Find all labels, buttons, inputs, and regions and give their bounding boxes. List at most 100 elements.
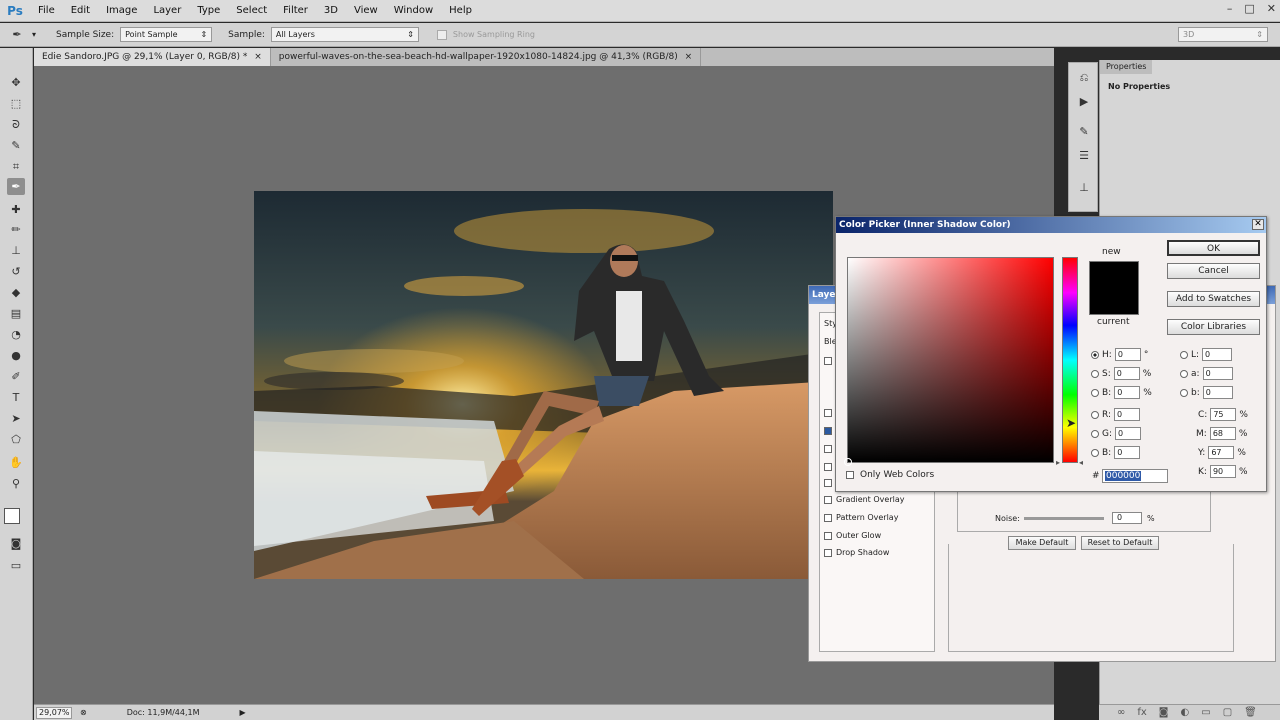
red-radio[interactable] — [1091, 410, 1099, 419]
hex-input[interactable]: 000000 — [1102, 469, 1168, 483]
eyedropper-icon[interactable]: ✒ — [7, 178, 25, 195]
minimize-icon[interactable]: – — [1227, 2, 1233, 15]
spot-heal-icon[interactable]: ✚ — [7, 201, 25, 218]
eyedropper-tool-icon[interactable]: ✒ — [8, 26, 26, 43]
stamp-icon[interactable]: ⊥ — [7, 242, 25, 259]
brush-panel-icon[interactable]: ✎ — [1076, 125, 1092, 139]
hue-radio[interactable] — [1091, 350, 1099, 359]
clone-source-panel-icon[interactable]: ⊥ — [1076, 181, 1092, 195]
green-radio[interactable] — [1091, 429, 1099, 438]
style-checkbox[interactable] — [824, 479, 832, 487]
adjustments-panel-icon[interactable]: ☰ — [1076, 149, 1092, 163]
menu-image[interactable]: Image — [98, 0, 145, 22]
noise-input[interactable]: 0 — [1112, 512, 1142, 524]
menu-3d[interactable]: 3D — [316, 0, 346, 22]
quick-mask-icon[interactable]: ◙ — [7, 535, 25, 552]
tab-close-icon[interactable]: × — [254, 52, 262, 62]
hue-input[interactable]: 0 — [1114, 348, 1141, 361]
adjustment-layer-icon[interactable]: ◐ — [1181, 707, 1190, 718]
only-web-colors-row[interactable]: Only Web Colors — [846, 470, 934, 480]
brightness-radio[interactable] — [1091, 388, 1099, 397]
menu-view[interactable]: View — [346, 0, 386, 22]
link-icon[interactable]: ∞ — [1117, 707, 1125, 718]
saturation-input[interactable]: 0 — [1113, 367, 1140, 380]
brightness-input[interactable]: 0 — [1114, 386, 1141, 399]
actions-panel-icon[interactable]: ▶ — [1076, 95, 1092, 109]
style-checkbox[interactable] — [824, 357, 832, 365]
cyan-input[interactable]: 75 — [1210, 408, 1237, 421]
new-layer-icon[interactable]: ▢ — [1223, 707, 1232, 718]
lab-l-input[interactable]: 0 — [1202, 348, 1233, 361]
blur-icon[interactable]: ◔ — [7, 326, 25, 343]
lasso-icon[interactable]: ᘐ — [7, 116, 25, 133]
menu-filter[interactable]: Filter — [275, 0, 316, 22]
eraser-icon[interactable]: ◆ — [7, 284, 25, 301]
close-icon[interactable]: ✕ — [1252, 219, 1264, 230]
menu-type[interactable]: Type — [189, 0, 228, 22]
group-icon[interactable]: ▭ — [1201, 707, 1210, 718]
color-libraries-button[interactable]: Color Libraries — [1167, 319, 1260, 335]
foreground-color-swatch[interactable] — [4, 508, 20, 524]
path-select-icon[interactable]: ➤ — [7, 410, 25, 427]
zoom-icon[interactable]: ⚲ — [7, 475, 25, 492]
tab-close-icon[interactable]: × — [685, 52, 693, 62]
gradient-icon[interactable]: ▤ — [7, 305, 25, 322]
type-icon[interactable]: T — [7, 389, 25, 406]
maximize-icon[interactable]: □ — [1244, 2, 1254, 15]
zoom-field[interactable]: 29,07% — [36, 706, 72, 719]
screen-mode-icon[interactable]: ▭ — [7, 557, 25, 574]
crop-icon[interactable]: ⌗ — [7, 158, 25, 175]
lab-a-radio[interactable] — [1180, 369, 1188, 378]
lab-b-radio[interactable] — [1180, 388, 1188, 397]
menu-file[interactable]: File — [30, 0, 63, 22]
noise-slider[interactable] — [1024, 517, 1104, 520]
lab-a-input[interactable]: 0 — [1202, 367, 1233, 380]
saturation-radio[interactable] — [1091, 369, 1099, 378]
menu-layer[interactable]: Layer — [145, 0, 189, 22]
tab-edie-sandoro[interactable]: Edie Sandoro.JPG @ 29,1% (Layer 0, RGB/8… — [34, 48, 271, 66]
style-drop-shadow[interactable]: Drop Shadow — [824, 548, 889, 557]
move-icon[interactable]: ✥ — [7, 74, 25, 91]
style-checkbox[interactable] — [824, 463, 832, 471]
pen-icon[interactable]: ✐ — [7, 368, 25, 385]
hand-icon[interactable]: ✋ — [7, 454, 25, 471]
shape-icon[interactable]: ⬠ — [7, 431, 25, 448]
workspace-select[interactable]: 3D ⇕ — [1178, 27, 1268, 42]
style-gradient-overlay[interactable]: Gradient Overlay — [824, 495, 904, 504]
status-info-icon[interactable]: ⊗ — [80, 708, 87, 717]
menu-help[interactable]: Help — [441, 0, 480, 22]
close-window-icon[interactable]: ✕ — [1267, 2, 1276, 15]
slider-right-arrow-icon[interactable]: ◂ — [1079, 458, 1083, 467]
menu-select[interactable]: Select — [228, 0, 275, 22]
lab-l-radio[interactable] — [1180, 350, 1188, 359]
red-input[interactable]: 0 — [1114, 408, 1141, 421]
delete-layer-icon[interactable]: 🗑 — [1244, 707, 1257, 718]
preset-arrow-icon[interactable]: ▾ — [32, 30, 36, 39]
color-field[interactable] — [844, 257, 1054, 466]
show-ring-checkbox[interactable] — [436, 29, 447, 40]
sample-select[interactable]: All Layers ⇕ — [270, 27, 419, 42]
add-to-swatches-button[interactable]: Add to Swatches — [1167, 291, 1260, 307]
history-panel-icon[interactable]: ⎌ — [1076, 71, 1092, 85]
blue-input[interactable]: 0 — [1114, 446, 1141, 459]
black-input[interactable]: 90 — [1209, 465, 1236, 478]
magenta-input[interactable]: 68 — [1209, 427, 1236, 440]
status-menu-arrow-icon[interactable]: ▶ — [240, 708, 246, 717]
style-outer-glow[interactable]: Outer Glow — [824, 531, 881, 540]
menu-edit[interactable]: Edit — [63, 0, 98, 22]
history-brush-icon[interactable]: ↺ — [7, 263, 25, 280]
blue-radio[interactable] — [1091, 448, 1099, 457]
quick-select-icon[interactable]: ✎ — [7, 137, 25, 154]
menu-window[interactable]: Window — [386, 0, 441, 22]
dodge-icon[interactable]: ● — [7, 347, 25, 364]
mask-icon[interactable]: ◙ — [1159, 707, 1169, 718]
slider-left-arrow-icon[interactable]: ▸ — [1056, 458, 1060, 467]
style-pattern-overlay[interactable]: Pattern Overlay — [824, 513, 898, 522]
ok-button[interactable]: OK — [1167, 240, 1260, 256]
sample-size-select[interactable]: Point Sample ⇕ — [120, 27, 213, 42]
lab-b-input[interactable]: 0 — [1202, 386, 1233, 399]
brush-icon[interactable]: ✏ — [7, 221, 25, 238]
tab-waves-wallpaper[interactable]: powerful-waves-on-the-sea-beach-hd-wallp… — [271, 48, 702, 66]
style-checkbox[interactable] — [824, 445, 832, 453]
cancel-button[interactable]: Cancel — [1167, 263, 1260, 279]
